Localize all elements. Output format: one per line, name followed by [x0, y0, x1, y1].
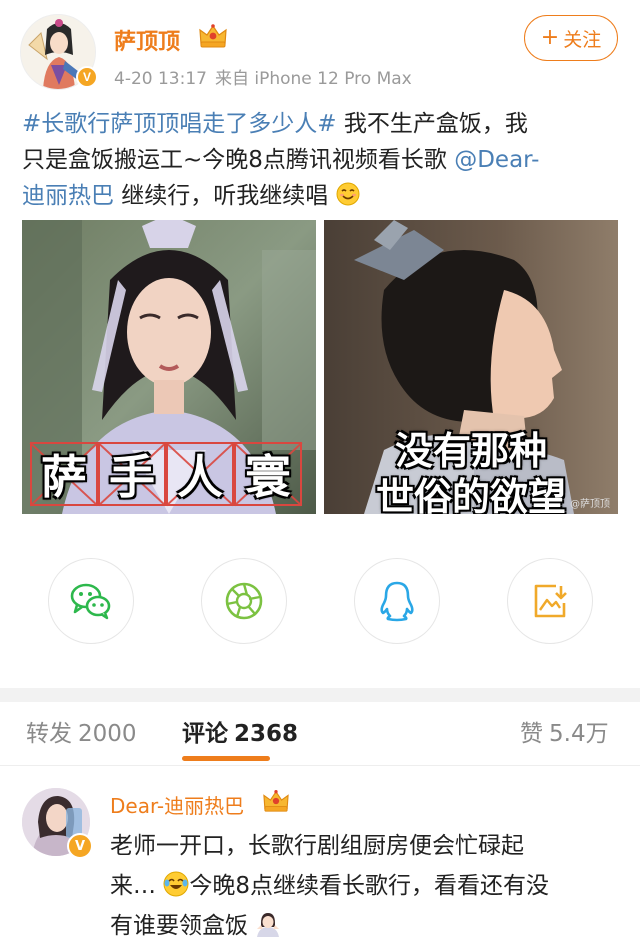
tab-repost-label: 转发 — [26, 721, 72, 747]
comment-text: 老师一开口，长歌行剧组厨房便会忙碌起 来… 今晚8点继续看长歌行，看看还有没 有… — [110, 826, 620, 946]
save-image-icon — [534, 584, 567, 618]
interaction-tabs: 转发 2000 评论 2368 赞 5.4万 — [0, 702, 640, 766]
wechat-icon — [70, 583, 111, 620]
tab-like-count: 5.4万 — [549, 721, 609, 747]
share-row — [0, 558, 640, 644]
vip-crown-icon — [199, 24, 227, 48]
moments-icon — [225, 582, 263, 620]
tab-comment[interactable]: 评论 2368 — [182, 714, 298, 748]
person-shrugging-emoji-icon — [257, 913, 280, 937]
qq-icon — [380, 581, 414, 622]
share-wechat-button[interactable] — [48, 558, 134, 644]
commenter-vip-crown-icon — [263, 790, 289, 812]
post-image-left[interactable]: 萨 手 人 寰 — [22, 220, 316, 514]
save-image-button[interactable] — [507, 558, 593, 644]
plus-icon: + — [540, 25, 560, 50]
tab-comment-count: 2368 — [234, 721, 299, 747]
post-text: #长歌行萨顶顶唱走了多少人# 我不生产盒饭，我 只是盒饭搬运工~今晚8点腾讯视频… — [22, 106, 622, 214]
smile-emoji-icon — [336, 182, 360, 206]
commenter-avatar[interactable]: V — [22, 788, 93, 859]
tab-repost-count: 2000 — [78, 721, 137, 747]
caption-grid-cell: 寰 — [234, 442, 302, 506]
post-text-segment: 继续行，听我继续唱 — [114, 183, 329, 209]
author-name[interactable]: 萨顶顶 — [114, 24, 180, 56]
commenter-name[interactable]: Dear-迪丽热巴 — [110, 790, 244, 819]
tab-comment-label: 评论 — [182, 721, 228, 747]
laughing-tears-emoji-icon — [163, 871, 189, 897]
share-moments-button[interactable] — [201, 558, 287, 644]
follow-button[interactable]: + 关注 — [524, 15, 618, 61]
author-avatar[interactable]: V — [20, 14, 98, 90]
post-text-segment: 只是盒饭搬运工~今晚8点腾讯视频看长歌 — [22, 147, 455, 173]
caption-grid-cell: 人 — [166, 442, 234, 506]
mention-link[interactable]: @Dear- — [454, 147, 539, 173]
image-watermark: @萨顶顶 — [570, 499, 610, 510]
post-time: 4-20 13:17 — [114, 69, 207, 89]
caption-grid-cell: 萨 — [30, 442, 98, 506]
caption-grid-cell: 手 — [98, 442, 166, 506]
post-header: V 萨顶顶 4-20 13:17 来自 iPhone 12 Pro Max + 关… — [0, 0, 640, 100]
post-source: 来自 iPhone 12 Pro Max — [214, 69, 412, 89]
hashtag-link[interactable]: #长歌行萨顶顶唱走了多少人# — [22, 111, 337, 137]
comment-item: V Dear-迪丽热巴 老师一开口，长歌行剧组厨房便会忙碌起 来… 今晚8点继续… — [0, 766, 640, 946]
commenter-verified-badge-icon: V — [67, 833, 93, 859]
post-image-right[interactable]: 没有那种 世俗的欲望 @萨顶顶 — [324, 220, 618, 514]
active-tab-indicator — [182, 756, 270, 761]
verified-badge-icon: V — [76, 66, 98, 88]
follow-label: 关注 — [563, 28, 602, 51]
tab-repost[interactable]: 转发 2000 — [26, 714, 137, 748]
comment-line: 老师一开口，长歌行剧组厨房便会忙碌起 — [110, 833, 524, 859]
left-image-caption: 萨 手 人 寰 — [30, 442, 302, 506]
comment-text-segment: 有谁要领盒饭 — [110, 913, 248, 939]
tab-like-label: 赞 — [520, 721, 543, 747]
post-meta: 4-20 13:17 来自 iPhone 12 Pro Max — [114, 64, 412, 89]
share-qq-button[interactable] — [354, 558, 440, 644]
tab-like[interactable]: 赞 5.4万 — [520, 714, 609, 748]
post-text-segment: 我不生产盒饭，我 — [336, 111, 528, 137]
section-divider — [0, 688, 640, 702]
mention-link-continued[interactable]: 迪丽热巴 — [22, 183, 114, 209]
comment-text-segment: 今晚8点继续看长歌行，看看还有没 — [189, 873, 549, 899]
comment-text-segment: 来… — [110, 873, 156, 899]
